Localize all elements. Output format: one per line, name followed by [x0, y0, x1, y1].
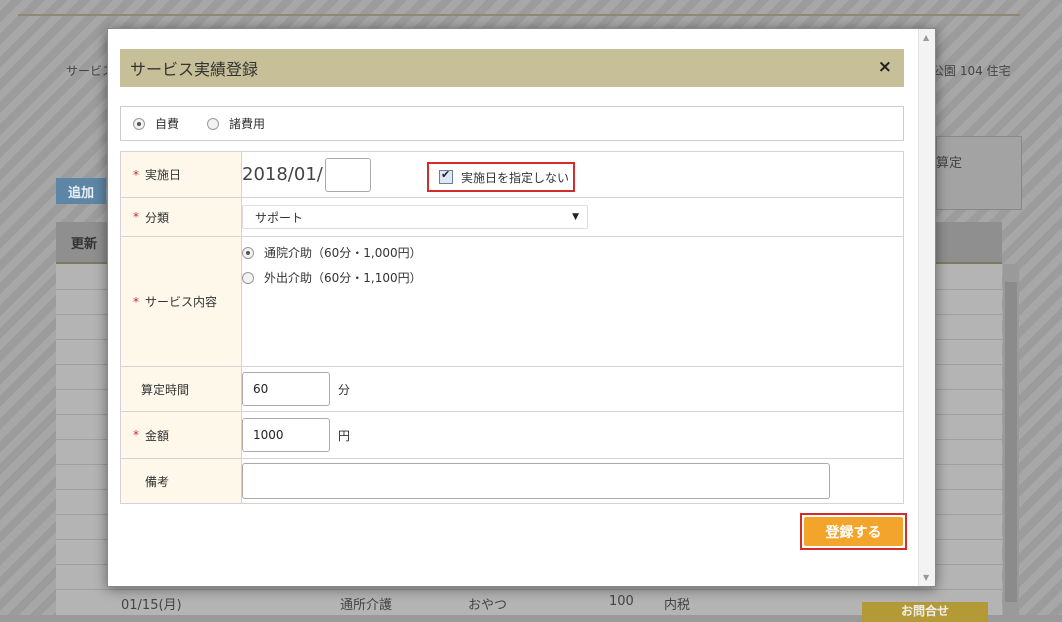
radio-unselected-icon[interactable]: [207, 117, 220, 130]
day-input[interactable]: [324, 157, 371, 192]
amount-label-cell: * 金額: [120, 411, 242, 459]
bg-row-amount: 100: [609, 594, 634, 609]
dialog-scrollbar[interactable]: ▲ ▼: [918, 29, 935, 586]
time-label-cell: 算定時間: [120, 366, 242, 412]
radio-selected-icon[interactable]: [242, 246, 254, 259]
category-label: 分類: [145, 210, 170, 225]
required-mark: *: [133, 167, 139, 182]
register-button[interactable]: 登録する: [804, 517, 903, 546]
note-label: 備考: [145, 474, 170, 489]
time-label: 算定時間: [141, 382, 190, 397]
amount-unit: 円: [338, 428, 351, 443]
amount-value-cell: 1000 円: [241, 411, 904, 459]
service-option-label: 外出介助（60分・1,100円）: [264, 271, 422, 285]
bg-contact-button[interactable]: お問合せ: [862, 602, 988, 622]
radio-misc-expenses[interactable]: 諸費用: [207, 115, 265, 132]
checkbox-checked-icon[interactable]: [439, 168, 453, 184]
record-form: * 実施日 2018/01/ 実施日を指定しない * 分類 サポート: [120, 151, 904, 504]
note-input[interactable]: [242, 463, 830, 499]
service-label: サービス内容: [145, 295, 218, 309]
service-option-escort-hospital[interactable]: 通院介助（60分・1,000円）: [242, 240, 903, 265]
required-mark: *: [133, 210, 139, 224]
time-value-cell: 60 分: [241, 366, 904, 412]
bg-right-label: 算定: [936, 156, 963, 171]
payment-type-group: 自費 諸費用: [120, 106, 904, 141]
category-select[interactable]: サポート ▼: [242, 205, 588, 229]
caret-down-icon[interactable]: ▼: [572, 212, 579, 222]
category-value-cell: サポート ▼: [241, 197, 904, 237]
no-date-label: 実施日を指定しない: [461, 170, 570, 185]
bg-address: 公園 104 住宅: [932, 64, 1011, 78]
bg-row-item: おやつ: [468, 598, 508, 613]
category-label-cell: * 分類: [120, 197, 242, 237]
bg-header-line: [18, 14, 1020, 16]
amount-label: 金額: [145, 428, 170, 443]
dialog-header: サービス実績登録 ×: [120, 49, 904, 87]
scroll-down-icon[interactable]: ▼: [923, 573, 929, 582]
note-label-cell: 備考: [120, 458, 242, 504]
date-prefix: 2018/01/: [242, 164, 323, 185]
bg-row-date: 01/15(月): [121, 598, 182, 613]
service-label-cell: * サービス内容: [120, 236, 242, 367]
scroll-up-icon[interactable]: ▲: [923, 33, 929, 42]
date-value-cell: 2018/01/ 実施日を指定しない: [241, 151, 904, 198]
bg-row-service: 通所介護: [340, 598, 393, 613]
dialog-title: サービス実績登録: [130, 60, 259, 79]
radio-selected-icon[interactable]: [133, 117, 145, 130]
date-label-cell: * 実施日: [120, 151, 242, 198]
submit-button-highlight: 登録する: [800, 513, 907, 550]
radio-misc-expenses-label: 諸費用: [229, 117, 266, 131]
note-value-cell: [241, 458, 904, 504]
service-option-label: 通院介助（60分・1,000円）: [264, 246, 422, 260]
time-input[interactable]: 60: [242, 372, 330, 406]
category-selected-value: サポート: [255, 210, 304, 225]
radio-self-pay[interactable]: 自費: [133, 115, 179, 132]
bg-tab-update[interactable]: 更新: [56, 222, 112, 262]
radio-unselected-icon[interactable]: [242, 271, 254, 284]
bg-table-scrollbar[interactable]: [1003, 264, 1019, 615]
amount-input[interactable]: 1000: [242, 418, 330, 452]
required-mark: *: [133, 428, 139, 442]
bg-summary-box: [936, 136, 1022, 210]
no-date-checkbox-highlight[interactable]: 実施日を指定しない: [427, 162, 575, 192]
required-mark: *: [133, 294, 139, 309]
service-record-dialog: ▲ ▼ サービス実績登録 × 自費 諸費用 * 実施日 2018/01/ ✔ 実…: [107, 28, 936, 587]
radio-self-pay-label: 自費: [155, 117, 180, 131]
time-unit: 分: [338, 382, 351, 397]
close-icon[interactable]: ×: [878, 57, 892, 77]
date-label: 実施日: [145, 168, 182, 182]
bg-add-button[interactable]: 追加: [56, 178, 106, 204]
service-option-outing-assist[interactable]: 外出介助（60分・1,100円）: [242, 265, 903, 290]
service-value-cell: 通院介助（60分・1,000円） 外出介助（60分・1,100円）: [241, 236, 904, 367]
bg-row-tax: 内税: [664, 598, 691, 613]
